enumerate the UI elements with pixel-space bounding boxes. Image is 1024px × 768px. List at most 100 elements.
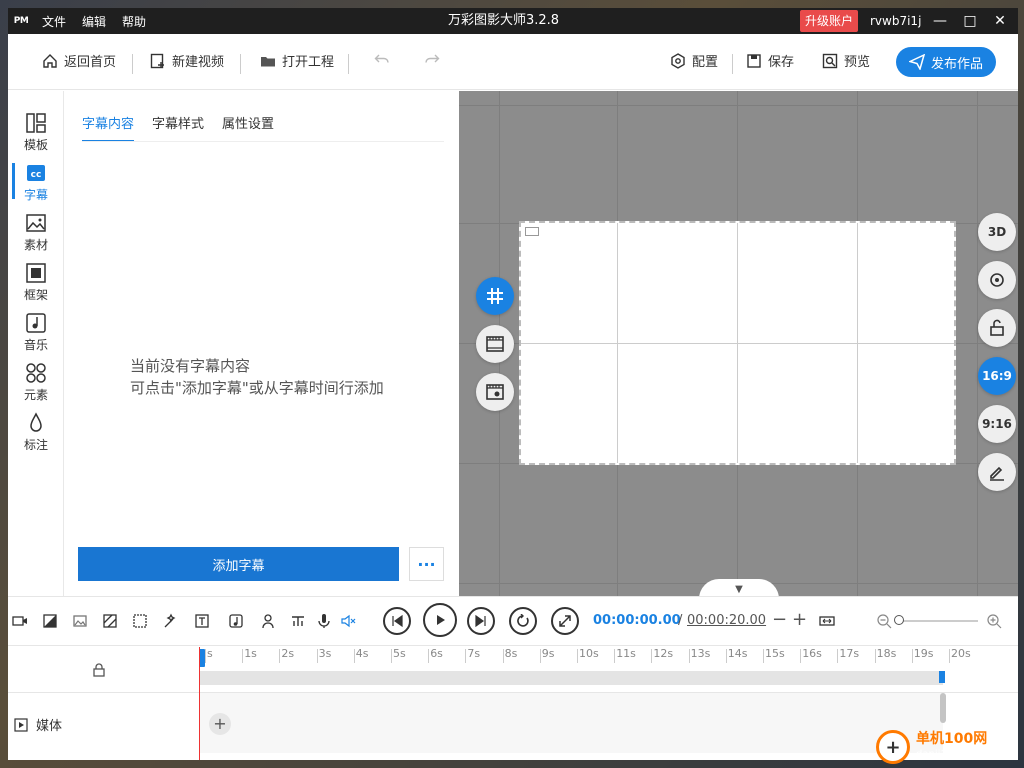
config-button[interactable]: 配置 <box>670 51 718 70</box>
collapse-toggle[interactable]: ▼ <box>699 579 779 596</box>
loop-button[interactable] <box>509 607 537 635</box>
username[interactable]: rvwb7i1j <box>870 8 921 34</box>
sidebar-item-element[interactable]: 元素 <box>8 357 64 407</box>
zoom-out-icon[interactable] <box>874 611 894 631</box>
menu-help[interactable]: 帮助 <box>114 13 154 30</box>
grid-line <box>459 105 1018 106</box>
sidebar-item-template[interactable]: 模板 <box>8 107 64 157</box>
save-button[interactable]: 保存 <box>746 51 794 70</box>
ruler-tick-label: 15s <box>763 647 785 663</box>
ratio-16-9-button[interactable]: 16:9 <box>978 357 1016 395</box>
sidebar-item-label: 元素 <box>23 387 48 402</box>
subtitle-track[interactable] <box>199 671 943 685</box>
stripe-tool-icon[interactable] <box>100 611 120 631</box>
grid-toggle-button[interactable] <box>476 277 514 315</box>
duration-plus-button[interactable]: + <box>792 609 807 630</box>
shapes-icon <box>26 362 46 383</box>
edit-button[interactable] <box>978 453 1016 491</box>
mosaic-tool-icon[interactable] <box>130 611 150 631</box>
person-tool-icon[interactable] <box>258 611 278 631</box>
watermark: + 单机100网 danji100.com <box>876 730 987 764</box>
ruler-tick-label: s <box>205 647 213 663</box>
menu-edit[interactable]: 编辑 <box>74 13 114 30</box>
loop-icon <box>517 614 529 627</box>
prev-button[interactable] <box>383 607 411 635</box>
undo-button[interactable] <box>374 51 390 67</box>
redo-button[interactable] <box>424 51 440 67</box>
zoom-slider-handle[interactable] <box>894 615 904 625</box>
magic-tool-icon[interactable] <box>160 611 180 631</box>
fit-width-icon[interactable] <box>816 611 838 631</box>
tab-divider <box>82 141 444 142</box>
ruler-tick-label: 7s <box>465 647 481 663</box>
total-duration[interactable]: 00:00:20.00 <box>687 613 766 628</box>
sidebar-item-subtitle[interactable]: cc 字幕 <box>8 157 64 207</box>
gear-icon <box>671 52 685 69</box>
upgrade-button[interactable]: 升级账户 <box>800 10 859 32</box>
media-track[interactable]: + <box>199 693 943 753</box>
sidebar-item-material[interactable]: 素材 <box>8 207 64 257</box>
music-tool-icon[interactable] <box>226 611 246 631</box>
unlock-icon <box>990 319 1004 336</box>
ratio-9-16-button[interactable]: 9:16 <box>978 405 1016 443</box>
ruler-tick-label: 20s <box>949 647 971 663</box>
open-project-button[interactable]: 打开工程 <box>260 51 334 70</box>
time-ruler[interactable]: s 1s 2s 3s 4s 5s 6s 7s 8s 9s 10s 11s 12s 13s 14s 15s 16s… <box>199 647 971 669</box>
subtitle-panel: 字幕内容 字幕样式 属性设置 当前没有字幕内容 可点击"添加字幕"或从字幕时间行… <box>65 91 458 596</box>
zoom-slider[interactable] <box>896 620 978 622</box>
close-icon[interactable]: ✕ <box>986 8 1014 34</box>
sidebar-item-annotation[interactable]: 标注 <box>8 407 64 457</box>
sidebar-item-music[interactable]: 音乐 <box>8 307 64 357</box>
image-tool-icon[interactable] <box>70 611 90 631</box>
fullscreen-button[interactable] <box>551 607 579 635</box>
add-media-button[interactable]: + <box>209 713 231 735</box>
chevron-down-icon: ▼ <box>735 584 743 595</box>
play-button[interactable] <box>423 603 457 637</box>
stage-frame[interactable] <box>519 221 956 465</box>
lock-button[interactable] <box>978 309 1016 347</box>
more-button[interactable]: ··· <box>409 547 444 581</box>
ruler-tick-label: 11s <box>614 647 636 663</box>
preview-button[interactable]: 预览 <box>822 51 870 70</box>
3d-button[interactable]: 3D <box>978 213 1016 251</box>
mute-icon[interactable] <box>338 611 358 631</box>
menu-file[interactable]: 文件 <box>34 13 74 30</box>
lock-icon[interactable] <box>92 663 106 681</box>
sidebar: 模板 cc 字幕 素材 框架 音乐 元素 标注 <box>8 91 64 596</box>
minimize-icon[interactable]: — <box>926 8 954 34</box>
ruler-tick-label: 18s <box>874 647 897 663</box>
sidebar-item-label: 框架 <box>23 287 48 302</box>
home-icon <box>43 53 57 68</box>
sidebar-item-frame[interactable]: 框架 <box>8 257 64 307</box>
film-settings-button[interactable] <box>476 373 514 411</box>
shape-tool-icon[interactable] <box>40 611 60 631</box>
scrollbar[interactable] <box>940 693 946 723</box>
duration-minus-button[interactable]: − <box>772 609 787 630</box>
add-subtitle-button[interactable]: 添加字幕 <box>78 547 399 581</box>
playhead[interactable] <box>199 647 200 760</box>
camera-tool-icon[interactable] <box>10 611 30 631</box>
text-tool-icon[interactable] <box>192 611 212 631</box>
tab-subtitle-style[interactable]: 字幕样式 <box>152 113 204 142</box>
current-time: 00:00:00.00 <box>593 613 681 628</box>
cc-icon: cc <box>27 164 45 181</box>
end-handle[interactable] <box>939 671 945 683</box>
next-button[interactable] <box>467 607 495 635</box>
maximize-icon[interactable]: □ <box>956 8 984 34</box>
ruler-tick-label: 6s <box>428 647 443 663</box>
canvas-area[interactable]: 3D 16:9 9:16 ▼ <box>459 91 1018 596</box>
ruler-tick-label: 5s <box>391 647 406 663</box>
tab-property-settings[interactable]: 属性设置 <box>222 113 274 142</box>
panel-tabs: 字幕内容 字幕样式 属性设置 <box>82 113 274 142</box>
subtitle-tool-icon[interactable] <box>288 611 308 631</box>
tab-subtitle-content[interactable]: 字幕内容 <box>82 113 135 142</box>
publish-button[interactable]: 发布作品 <box>896 47 996 77</box>
filmstrip-button[interactable] <box>476 325 514 363</box>
rotate-button[interactable] <box>978 261 1016 299</box>
new-video-button[interactable]: 新建视频 <box>150 51 224 70</box>
home-button[interactable]: 返回首页 <box>42 51 116 70</box>
sidebar-item-label: 模板 <box>23 137 48 152</box>
mic-tool-icon[interactable] <box>314 611 334 631</box>
zoom-in-icon[interactable] <box>984 611 1004 631</box>
preview-icon <box>822 53 838 68</box>
